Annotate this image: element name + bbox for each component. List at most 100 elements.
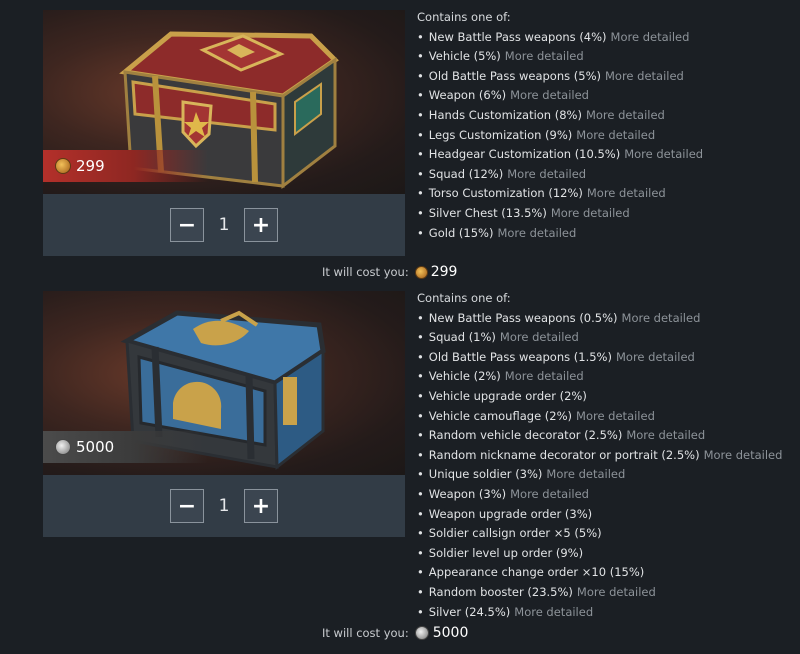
bullet-icon: • — [417, 88, 424, 103]
more-detailed-link[interactable]: More detailed — [505, 49, 584, 63]
reward-list-item: • Hands Customization (8%) More detailed — [417, 106, 703, 126]
more-detailed-link[interactable]: More detailed — [611, 30, 690, 44]
bullet-icon: • — [417, 330, 424, 345]
bullet-icon: • — [417, 408, 424, 423]
more-detailed-link[interactable]: More detailed — [497, 226, 576, 240]
reward-list-item: • Random vehicle decorator (2.5%) More det… — [417, 426, 782, 446]
bullet-icon: • — [417, 147, 424, 162]
reward-name: Silver (24.5%) — [428, 604, 511, 619]
reward-list-item: • Vehicle upgrade order (2%) — [417, 387, 782, 407]
reward-list-item: • Weapon (3%) More detailed — [417, 485, 782, 505]
bullet-icon: • — [417, 29, 424, 44]
reward-name: Soldier level up order (9%) — [428, 545, 584, 560]
chest-image-red: 299 — [43, 10, 405, 194]
cost-label: It will cost you: — [322, 626, 409, 640]
bullet-icon: • — [417, 447, 424, 462]
reward-list-item: • Random nickname decorator or portrait (… — [417, 446, 782, 466]
reward-name: Squad (12%) — [428, 166, 504, 181]
reward-list-item: • Silver (24.5%) More detailed — [417, 603, 782, 623]
silver-coin-icon — [414, 626, 429, 640]
decrease-quantity-button[interactable]: − — [170, 489, 204, 523]
chest-image-blue: 5000 — [43, 291, 405, 475]
reward-name: Vehicle upgrade order (2%) — [428, 388, 587, 403]
more-detailed-link[interactable]: More detailed — [626, 428, 705, 442]
more-detailed-link[interactable]: More detailed — [587, 186, 666, 200]
total-cost: It will cost you: 299 — [322, 264, 457, 280]
reward-name: Weapon (6%) — [428, 88, 507, 103]
more-detailed-link[interactable]: More detailed — [624, 147, 703, 161]
reward-list-item: • Vehicle (5%) More detailed — [417, 47, 703, 67]
cost-value: 299 — [430, 264, 458, 280]
reward-name: Weapon upgrade order (3%) — [428, 506, 593, 521]
more-detailed-link[interactable]: More detailed — [577, 585, 656, 599]
bullet-icon: • — [417, 369, 424, 384]
chest-contents-list: Contains one of: • New Battle Pass weapon… — [417, 289, 782, 622]
bullet-icon: • — [417, 604, 424, 619]
gold-coin-icon — [55, 158, 71, 174]
bullet-icon: • — [417, 49, 424, 64]
reward-list-item: • Torso Customization (12%) More detailed — [417, 184, 703, 204]
more-detailed-link[interactable]: More detailed — [704, 448, 783, 462]
reward-name: Hands Customization (8%) — [428, 107, 582, 122]
reward-name: Old Battle Pass weapons (5%) — [428, 68, 601, 83]
more-detailed-link[interactable]: More detailed — [507, 167, 586, 181]
more-detailed-link[interactable]: More detailed — [576, 409, 655, 423]
bullet-icon: • — [417, 349, 424, 364]
bullet-icon: • — [417, 486, 424, 501]
reward-name: Silver Chest (13.5%) — [428, 205, 547, 220]
more-detailed-link[interactable]: More detailed — [505, 369, 584, 383]
cost-label: It will cost you: — [322, 265, 409, 279]
reward-name: Soldier callsign order ×5 (5%) — [428, 526, 602, 541]
reward-list-item: • New Battle Pass weapons (4%) More detail… — [417, 28, 703, 48]
reward-name: Gold (15%) — [428, 225, 494, 240]
more-detailed-link[interactable]: More detailed — [605, 69, 684, 83]
silver-coin-icon — [55, 439, 71, 455]
reward-list-item: • Silver Chest (13.5%) More detailed — [417, 204, 703, 224]
reward-list-item: • Vehicle (2%) More detailed — [417, 367, 782, 387]
reward-list-item: • Soldier level up order (9%) — [417, 544, 782, 564]
chest-card-gold: 299 − 1 + — [43, 10, 405, 256]
more-detailed-link[interactable]: More detailed — [500, 330, 579, 344]
bullet-icon: • — [417, 68, 424, 83]
bullet-icon: • — [417, 205, 424, 220]
reward-list-item: • Random booster (23.5%) More detailed — [417, 583, 782, 603]
contains-header: Contains one of: — [417, 10, 511, 24]
decrease-quantity-button[interactable]: − — [170, 208, 204, 242]
bullet-icon: • — [417, 225, 424, 240]
increase-quantity-button[interactable]: + — [244, 489, 278, 523]
more-detailed-link[interactable]: More detailed — [510, 487, 589, 501]
chest-card-silver: 5000 − 1 + — [43, 291, 405, 537]
quantity-value[interactable]: 1 — [204, 496, 244, 516]
contains-header: Contains one of: — [417, 291, 511, 305]
reward-name: Squad (1%) — [428, 330, 496, 345]
more-detailed-link[interactable]: More detailed — [551, 206, 630, 220]
reward-name: Vehicle camouflage (2%) — [428, 408, 573, 423]
cost-value: 5000 — [432, 625, 469, 641]
reward-list-item: • Gold (15%) More detailed — [417, 224, 703, 244]
reward-name: Old Battle Pass weapons (1.5%) — [428, 349, 612, 364]
more-detailed-link[interactable]: More detailed — [514, 605, 593, 619]
quantity-selector: − 1 + — [43, 194, 405, 256]
bullet-icon: • — [417, 506, 424, 521]
quantity-value[interactable]: 1 — [204, 215, 244, 235]
reward-list-item: • Weapon upgrade order (3%) — [417, 505, 782, 525]
more-detailed-link[interactable]: More detailed — [622, 311, 701, 325]
reward-list-item: • Old Battle Pass weapons (1.5%) More deta… — [417, 348, 782, 368]
more-detailed-link[interactable]: More detailed — [586, 108, 665, 122]
more-detailed-link[interactable]: More detailed — [510, 88, 589, 102]
reward-list-item: • New Battle Pass weapons (0.5%) More deta… — [417, 309, 782, 329]
more-detailed-link[interactable]: More detailed — [546, 467, 625, 481]
bullet-icon: • — [417, 565, 424, 580]
more-detailed-link[interactable]: More detailed — [616, 350, 695, 364]
reward-name: New Battle Pass weapons (4%) — [428, 29, 607, 44]
reward-list-item: • Soldier callsign order ×5 (5%) — [417, 524, 782, 544]
chest-contents-list: Contains one of: • New Battle Pass weapon… — [417, 8, 703, 243]
price-tag-gold: 299 — [43, 150, 208, 182]
gold-coin-icon — [414, 265, 428, 279]
chest-price: 299 — [76, 157, 105, 175]
more-detailed-link[interactable]: More detailed — [576, 128, 655, 142]
increase-quantity-button[interactable]: + — [244, 208, 278, 242]
reward-list-item: • Appearance change order ×10 (15%) — [417, 563, 782, 583]
reward-list-item: • Squad (12%) More detailed — [417, 165, 703, 185]
bullet-icon: • — [417, 186, 424, 201]
